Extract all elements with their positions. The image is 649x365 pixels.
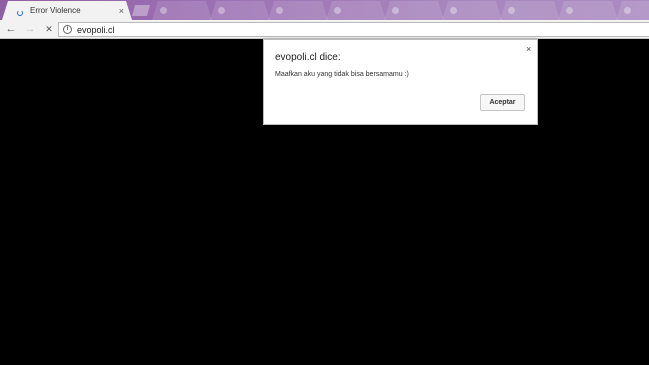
favicon-icon [392, 7, 399, 14]
browser-toolbar: ← → ✕ i evopoli.cl [0, 20, 649, 39]
background-tab[interactable] [442, 1, 502, 20]
forward-button[interactable]: → [22, 21, 38, 37]
background-tab[interactable] [326, 1, 386, 20]
dialog-title: evopoli.cl dice: [275, 52, 341, 63]
favicon-icon [276, 7, 283, 14]
background-tab[interactable] [210, 1, 270, 20]
accept-button[interactable]: Aceptar [480, 94, 525, 111]
favicon-icon [218, 7, 225, 14]
favicon-icon [508, 7, 515, 14]
background-tab[interactable] [500, 1, 560, 20]
url-text: evopoli.cl [77, 24, 115, 35]
favicon-icon [624, 7, 631, 14]
tab-error-violence[interactable]: Error Violence × [2, 1, 132, 20]
back-button[interactable]: ← [3, 21, 19, 37]
background-tab[interactable] [616, 1, 649, 20]
loading-spinner-icon [16, 8, 23, 16]
background-tab[interactable] [268, 1, 328, 20]
new-tab-button[interactable] [132, 5, 150, 16]
info-icon[interactable]: i [63, 25, 72, 34]
tab-title: Error Violence [30, 6, 81, 15]
close-tab-icon[interactable]: × [119, 6, 124, 16]
background-tab[interactable] [152, 1, 212, 20]
background-tab[interactable] [384, 1, 444, 20]
tab-strip: Error Violence × [0, 0, 649, 20]
favicon-icon [160, 7, 167, 14]
favicon-icon [334, 7, 341, 14]
close-icon[interactable]: × [526, 44, 531, 54]
favicon-icon [566, 7, 573, 14]
favicon-icon [450, 7, 457, 14]
address-bar[interactable]: i evopoli.cl [58, 22, 649, 37]
stop-button[interactable]: ✕ [41, 21, 57, 37]
background-tab[interactable] [558, 1, 618, 20]
dialog-message: Maafkan aku yang tidak bisa bersamamu :) [275, 71, 409, 78]
alert-dialog: evopoli.cl dice: × Maafkan aku yang tida… [263, 39, 538, 125]
